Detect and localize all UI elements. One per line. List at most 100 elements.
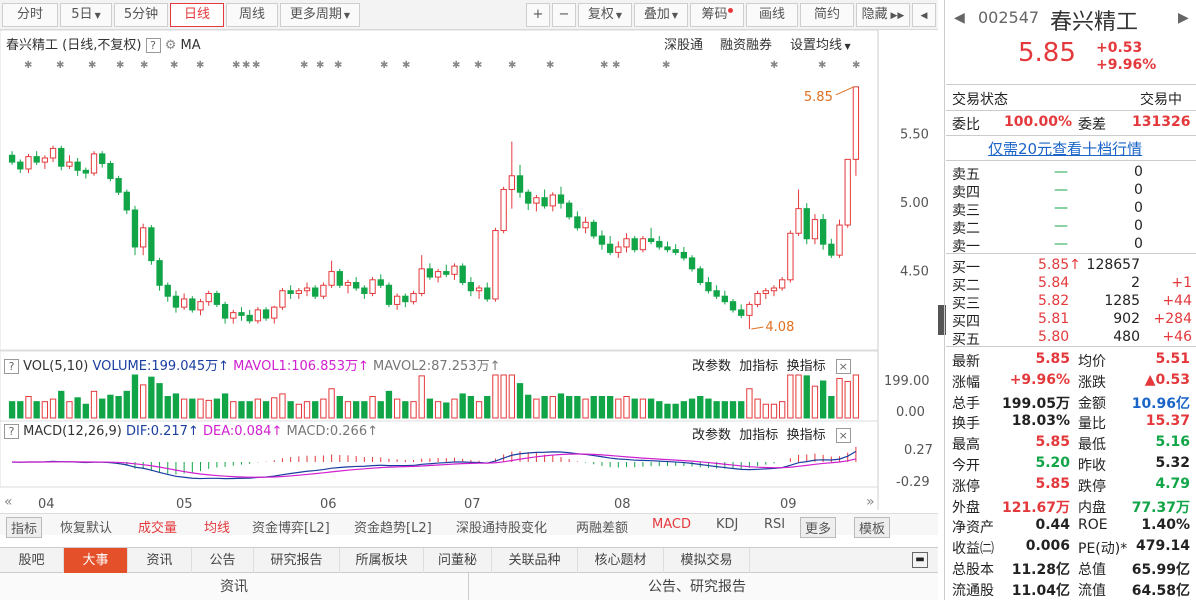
candle-body[interactable] xyxy=(82,169,89,174)
candle-body[interactable] xyxy=(525,191,532,204)
candle-body[interactable] xyxy=(156,260,163,286)
candle-body[interactable] xyxy=(66,161,73,167)
expand-button[interactable]: ◀ xyxy=(912,3,936,27)
candle-body[interactable] xyxy=(631,238,638,251)
candle-body[interactable] xyxy=(402,295,409,303)
candle-body[interactable] xyxy=(516,175,524,193)
candle-body[interactable] xyxy=(123,191,130,211)
tab-core-themes[interactable]: 核心题材 xyxy=(578,548,664,573)
candle-body[interactable] xyxy=(205,292,212,303)
candle-body[interactable] xyxy=(312,287,319,297)
candle-body[interactable] xyxy=(189,298,196,311)
event-marker-icon[interactable]: ✱ xyxy=(56,60,64,71)
tab-research[interactable]: 研究报告 xyxy=(254,548,340,573)
bid-row[interactable]: 买二 5.84 2 +1 xyxy=(946,275,1196,294)
prev-stock-icon[interactable]: ◀ xyxy=(954,10,965,26)
candle-body[interactable] xyxy=(221,303,229,319)
candle-body[interactable] xyxy=(779,279,786,289)
ask-row[interactable]: 卖三 — 0 xyxy=(946,200,1196,219)
ask-row[interactable]: 卖二 — 0 xyxy=(946,218,1196,237)
event-marker-icon[interactable]: ✱ xyxy=(334,60,342,71)
change-indicator-link[interactable]: 换指标 xyxy=(787,428,826,443)
candle-body[interactable] xyxy=(271,306,278,319)
event-marker-icon[interactable]: ✱ xyxy=(402,60,410,71)
event-marker-icon[interactable]: ✱ xyxy=(196,60,204,71)
candle-body[interactable] xyxy=(107,162,114,180)
candle-body[interactable] xyxy=(705,282,712,292)
candle-body[interactable] xyxy=(197,301,204,311)
tab-intraday[interactable]: 分时 xyxy=(2,3,58,27)
bid-row[interactable]: 买一 5.85↑ 128657 xyxy=(946,257,1196,276)
candle-body[interactable] xyxy=(574,216,581,229)
event-marker-icon[interactable]: ✱ xyxy=(380,60,388,71)
zoom-out-button[interactable]: − xyxy=(552,3,576,27)
ask-row[interactable]: 卖四 — 0 xyxy=(946,182,1196,201)
candle-body[interactable] xyxy=(680,251,688,259)
chips-button[interactable]: 筹码 xyxy=(690,3,744,27)
candle-body[interactable] xyxy=(623,238,630,248)
candle-body[interactable] xyxy=(598,235,606,245)
event-marker-icon[interactable]: ✱ xyxy=(770,60,778,71)
tab-sz-connect-holdings[interactable]: 深股通持股变化 xyxy=(456,517,547,536)
candle-body[interactable] xyxy=(369,279,376,294)
event-marker-icon[interactable]: ✱ xyxy=(508,60,516,71)
candle-body[interactable] xyxy=(672,249,679,253)
candle-body[interactable] xyxy=(320,284,327,297)
tab-forum[interactable]: 股吧 xyxy=(0,548,64,573)
candle-body[interactable] xyxy=(738,309,745,316)
draw-button[interactable]: 画线 xyxy=(746,3,798,27)
tab-events[interactable]: 大事 xyxy=(64,548,128,573)
candle-body[interactable] xyxy=(549,194,556,207)
add-indicator-link[interactable]: 加指标 xyxy=(739,359,778,374)
candle-body[interactable] xyxy=(819,219,827,245)
tab-kdj[interactable]: KDJ xyxy=(716,517,738,532)
candle-body[interactable] xyxy=(353,282,360,289)
tab-template[interactable]: 模板 xyxy=(854,517,891,538)
candle-body[interactable] xyxy=(639,238,647,251)
add-indicator-link[interactable]: 加指标 xyxy=(739,428,778,443)
candle-body[interactable] xyxy=(303,287,311,292)
candle-body[interactable] xyxy=(58,147,65,167)
candle-body[interactable] xyxy=(836,224,843,256)
bid-row[interactable]: 买三 5.82 1285 +44 xyxy=(946,293,1196,312)
event-marker-icon[interactable]: ✱ xyxy=(452,60,460,71)
tab-ma[interactable]: 均线 xyxy=(204,517,230,536)
candle-body[interactable] xyxy=(262,309,270,319)
tab-sim-trade[interactable]: 模拟交易 xyxy=(664,548,750,573)
candle-body[interactable] xyxy=(25,156,32,170)
candle-body[interactable] xyxy=(787,232,794,281)
candle-body[interactable] xyxy=(279,290,286,308)
candle-body[interactable] xyxy=(74,161,81,171)
candle-body[interactable] xyxy=(385,284,393,305)
event-marker-icon[interactable]: ✱ xyxy=(140,60,148,71)
candle-body[interactable] xyxy=(8,154,16,163)
event-marker-icon[interactable]: ✱ xyxy=(88,60,96,71)
candle-body[interactable] xyxy=(533,197,540,204)
candle-body[interactable] xyxy=(230,312,237,319)
tab-announcements[interactable]: 公告 xyxy=(192,548,254,573)
candle-body[interactable] xyxy=(451,265,458,275)
event-marker-icon[interactable]: ✱ xyxy=(612,60,620,71)
candle-body[interactable] xyxy=(484,287,491,300)
candle-body[interactable] xyxy=(361,287,368,294)
change-indicator-link[interactable]: 换指标 xyxy=(787,359,826,374)
event-marker-icon[interactable]: ✱ xyxy=(252,60,260,71)
simple-button[interactable]: 简约 xyxy=(800,3,854,27)
candle-body[interactable] xyxy=(410,292,417,303)
tab-capital-game[interactable]: 资金博弈[L2] xyxy=(252,517,330,536)
collapse-icon[interactable]: ▬ xyxy=(912,552,928,568)
scroll-right-icon[interactable]: » xyxy=(866,494,875,510)
candle-body[interactable] xyxy=(164,284,171,297)
event-marker-icon[interactable]: ✱ xyxy=(600,60,608,71)
candle-body[interactable] xyxy=(582,221,589,229)
candle-body[interactable] xyxy=(688,257,696,270)
event-marker-icon[interactable]: ✱ xyxy=(818,60,826,71)
event-marker-icon[interactable]: ✱ xyxy=(662,60,670,71)
candle-body[interactable] xyxy=(148,227,155,262)
candle-body[interactable] xyxy=(828,243,835,256)
candle-body[interactable] xyxy=(99,153,106,164)
candle-body[interactable] xyxy=(590,221,597,237)
tab-capital-trend[interactable]: 资金趋势[L2] xyxy=(354,517,432,536)
candle-body[interactable] xyxy=(844,158,851,226)
tab-indicator[interactable]: 指标 xyxy=(6,517,43,538)
